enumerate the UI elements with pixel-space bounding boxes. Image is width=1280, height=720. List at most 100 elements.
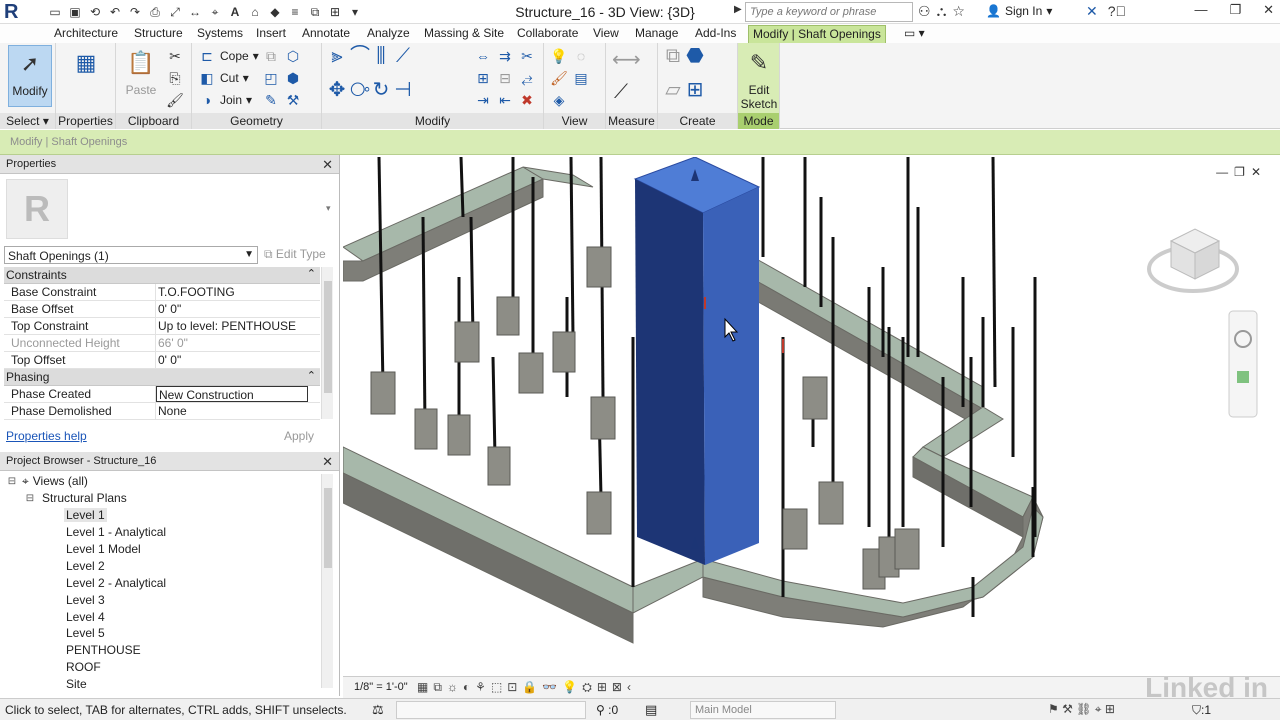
text-icon[interactable]: A bbox=[226, 3, 244, 21]
geometry-tools-row-2[interactable]: ◰ ⬢ bbox=[262, 69, 302, 87]
section-icon[interactable]: ◆ bbox=[266, 3, 284, 21]
list-item[interactable]: Site bbox=[0, 676, 320, 693]
edit-type-button[interactable]: ⧉ Edit Type bbox=[264, 247, 326, 262]
modify-button[interactable]: ➚ Modify bbox=[8, 45, 52, 107]
revit-logo-icon[interactable]: R bbox=[4, 2, 38, 24]
help-icon[interactable]: ?⃝ bbox=[1108, 3, 1126, 20]
switch-windows-icon[interactable]: ⊞ bbox=[326, 3, 344, 21]
modify-tools-row-1[interactable]: ⫸ ⌒ ⫼ ⟋ bbox=[328, 46, 412, 66]
property-row[interactable]: Phase Demolished None bbox=[4, 403, 320, 420]
print-icon[interactable]: ⎙ bbox=[146, 3, 164, 21]
tab-annotate[interactable]: Annotate bbox=[298, 25, 354, 43]
crop-view-icon[interactable]: ⬚ bbox=[491, 680, 502, 695]
properties-scrollbar[interactable] bbox=[321, 267, 333, 419]
list-item[interactable]: Level 1 bbox=[0, 507, 320, 524]
modify-tools-row-5[interactable]: ⇥ ⇤ ✖ bbox=[474, 91, 536, 109]
type-selector-chevron-icon[interactable]: ▾ bbox=[326, 203, 331, 214]
instance-filter-select[interactable]: Shaft Openings (1) ▼ bbox=[4, 246, 258, 264]
apply-button[interactable]: Apply bbox=[266, 427, 332, 445]
tree-node-views[interactable]: ⊟ ⌖ Views (all) bbox=[0, 473, 320, 490]
list-item[interactable]: Level 1 Model bbox=[0, 541, 320, 558]
tab-massing-site[interactable]: Massing & Site bbox=[420, 25, 508, 43]
create-tools-row-1[interactable]: ⧉ ⬣ bbox=[664, 46, 704, 66]
minimize-icon[interactable]: — bbox=[1216, 165, 1228, 179]
tree-node-structural-plans[interactable]: ⊟ Structural Plans bbox=[0, 490, 320, 507]
subscription-icon[interactable]: ⛬ bbox=[937, 3, 947, 20]
3d-view-icon[interactable]: ⌂ bbox=[246, 3, 264, 21]
shadows-icon[interactable]: ◐ bbox=[463, 680, 470, 695]
property-row[interactable]: Top Constraint Up to level: PENTHOUSE bbox=[4, 318, 320, 335]
tag-icon[interactable]: ⌖ bbox=[206, 3, 224, 21]
thin-lines-icon[interactable]: ≡ bbox=[286, 3, 304, 21]
select-panel-label[interactable]: Select ▾ bbox=[0, 113, 55, 129]
cut-button[interactable]: ◧ Cut ▾ bbox=[198, 69, 248, 87]
filter-icon[interactable]: ⛉:1 bbox=[1192, 703, 1211, 718]
worksharing-icon[interactable]: ⛭ bbox=[582, 680, 592, 695]
match-properties-icon[interactable]: 🖌 bbox=[166, 91, 184, 109]
tab-add-ins[interactable]: Add-Ins bbox=[691, 25, 740, 43]
navigation-bar[interactable] bbox=[1228, 310, 1258, 418]
search-expand-icon[interactable]: ▶ bbox=[734, 4, 742, 15]
list-item[interactable]: PENTHOUSE bbox=[0, 642, 320, 659]
tab-analyze[interactable]: Analyze bbox=[363, 25, 414, 43]
design-option-select[interactable]: Main Model bbox=[690, 701, 836, 719]
cope-button[interactable]: ⊏ Cope ▾ bbox=[198, 47, 259, 65]
design-options-icon[interactable]: ▤ bbox=[645, 702, 657, 718]
search-input[interactable]: Type a keyword or phrase bbox=[745, 2, 913, 22]
geometry-tools-row-1[interactable]: ⧉ ⬡ bbox=[262, 47, 302, 65]
sign-in-button[interactable]: 👤 Sign In ▾ bbox=[986, 4, 1052, 18]
binoculars-icon[interactable]: ⚇ bbox=[918, 3, 931, 20]
save-icon[interactable]: ▣ bbox=[66, 3, 84, 21]
list-item[interactable]: Level 2 - Analytical bbox=[0, 574, 320, 591]
list-item[interactable]: Level 5 bbox=[0, 625, 320, 642]
editing-requests-icon[interactable]: ⚲ :0 bbox=[596, 703, 618, 717]
list-item[interactable]: Level 1 - Analytical bbox=[0, 524, 320, 541]
open-icon[interactable]: ▭ bbox=[46, 3, 64, 21]
favorites-icon[interactable]: ☆ bbox=[952, 3, 965, 20]
modify-tools-row-2[interactable]: ✥ ⧂ ↻ ⊣ bbox=[328, 80, 412, 100]
tab-architecture[interactable]: Architecture bbox=[50, 25, 122, 43]
aligned-dimension-icon[interactable]: ⟋ bbox=[612, 82, 630, 102]
list-item[interactable]: Level 4 bbox=[0, 608, 320, 625]
tab-systems[interactable]: Systems bbox=[193, 25, 247, 43]
view-tools-row-2[interactable]: 🖌 ▤ bbox=[550, 69, 590, 87]
temporary-hide-icon[interactable]: 👓 bbox=[542, 680, 557, 695]
restore-icon[interactable]: ❐ bbox=[1234, 165, 1245, 179]
list-item[interactable]: Level 2 bbox=[0, 557, 320, 574]
restore-icon[interactable]: ❐ bbox=[1229, 2, 1241, 18]
minimize-icon[interactable]: — bbox=[1194, 2, 1207, 18]
list-item[interactable]: ROOF bbox=[0, 659, 320, 676]
property-row[interactable]: Base Offset 0' 0" bbox=[4, 301, 320, 318]
constraints-icon[interactable]: ⊠ bbox=[612, 680, 622, 695]
view-tools-row-3[interactable]: ◈ bbox=[550, 91, 568, 109]
close-icon[interactable]: ✕ bbox=[322, 454, 333, 470]
show-crop-icon[interactable]: ⊡ bbox=[507, 680, 517, 695]
redo-icon[interactable]: ↷ bbox=[126, 3, 144, 21]
measure-distance-icon[interactable]: ⟷ bbox=[612, 50, 641, 70]
panel-toggle-icon[interactable]: ▭ ▾ bbox=[900, 25, 929, 43]
property-row[interactable]: Base Constraint T.O.FOOTING bbox=[4, 284, 320, 301]
tab-insert[interactable]: Insert bbox=[252, 25, 290, 43]
list-item[interactable]: Level 3 bbox=[0, 591, 320, 608]
copy-clipboard-icon[interactable]: ⎘ bbox=[166, 69, 184, 87]
paste-button[interactable]: 📋 Paste bbox=[122, 45, 160, 107]
lock-view-icon[interactable]: 🔒 bbox=[522, 680, 537, 695]
join-button[interactable]: ◑ Join ▾ bbox=[198, 91, 252, 109]
section-phasing[interactable]: Phasing ⌃ bbox=[4, 369, 320, 386]
exchange-apps-icon[interactable]: ✕ bbox=[1086, 3, 1098, 20]
geometry-tools-row-3[interactable]: ✎ ⚒ bbox=[262, 91, 302, 109]
close-icon[interactable]: ✕ bbox=[1251, 165, 1261, 179]
modify-tools-row-3[interactable]: ⇔ ⇉ ✂ bbox=[474, 47, 536, 65]
edit-sketch-button[interactable]: ✎ Edit Sketch bbox=[740, 45, 778, 111]
worksets-icon[interactable]: ⚖ bbox=[372, 702, 384, 718]
tab-modify-shaft-openings[interactable]: Modify | Shaft Openings bbox=[748, 25, 886, 43]
properties-button[interactable]: ▦ bbox=[68, 45, 104, 107]
selection-options-icons[interactable]: ⚑ ⚒ ⛓ ⌖ ⊞ bbox=[1048, 702, 1115, 717]
tab-collaborate[interactable]: Collaborate bbox=[513, 25, 582, 43]
collapse-arrow-icon[interactable]: ‹ bbox=[627, 680, 631, 695]
close-hidden-icon[interactable]: ⧉ bbox=[306, 3, 324, 21]
view-scale[interactable]: 1/8" = 1'-0" bbox=[354, 681, 408, 693]
phase-created-field[interactable]: New Construction bbox=[156, 386, 308, 402]
3d-viewport[interactable]: — ❐ ✕ bbox=[343, 157, 1273, 675]
property-row[interactable]: Phase Created New Construction bbox=[4, 386, 320, 403]
